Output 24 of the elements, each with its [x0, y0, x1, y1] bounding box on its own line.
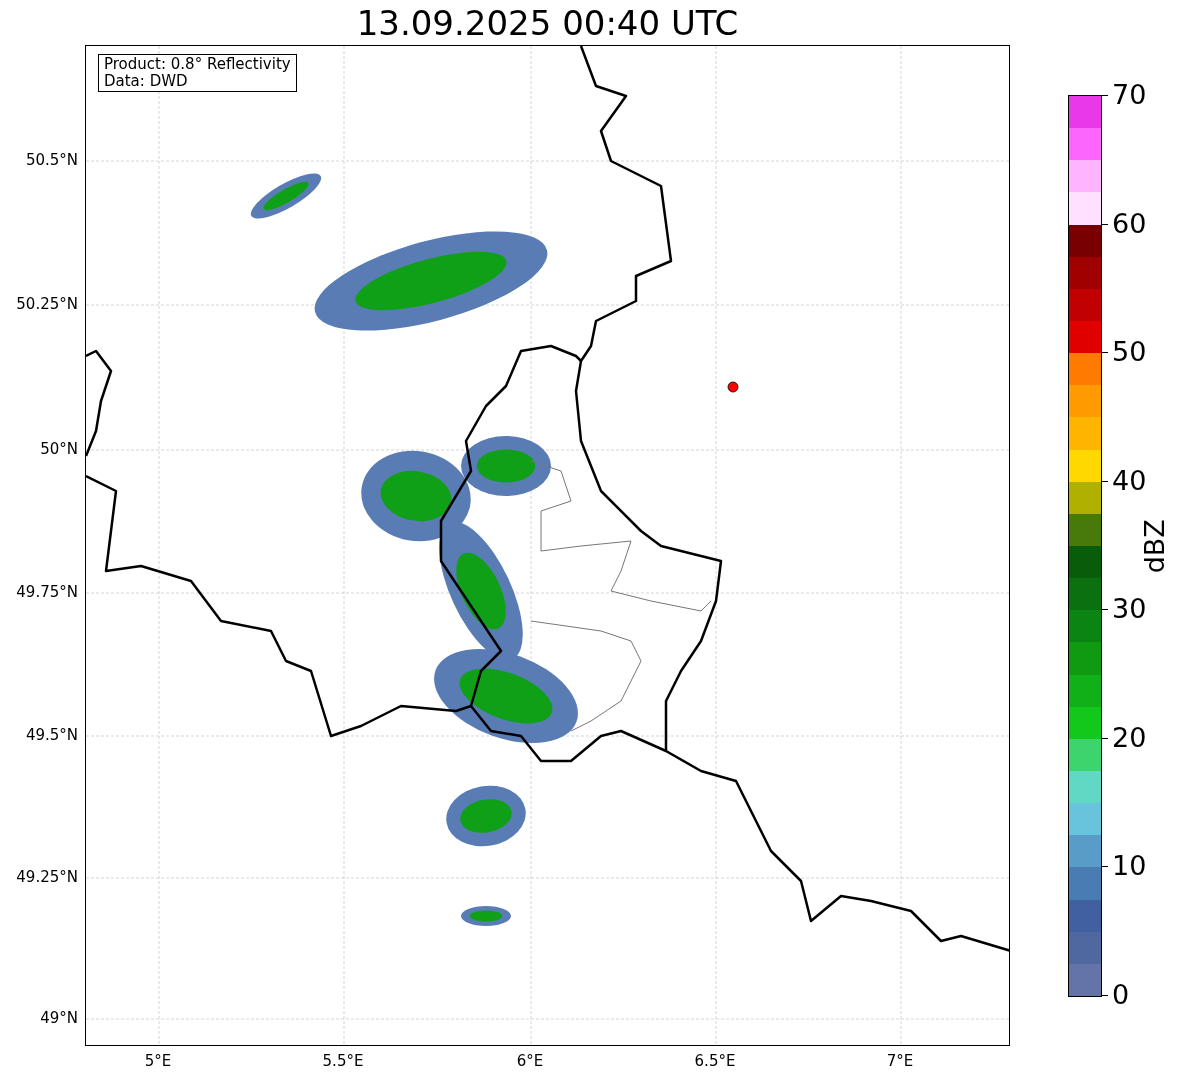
scale-unit-label: dBZ	[1137, 518, 1171, 574]
scale-tick-label: 20	[1112, 722, 1147, 753]
chart-title: 13.09.2025 00:40 UTC	[356, 3, 739, 43]
product-label: Product: 0.8° Reflectivity	[104, 56, 291, 73]
data-source-label: Data: DWD	[104, 73, 189, 90]
scale-tick-label: 10	[1112, 851, 1147, 882]
scale-tick-label: 70	[1112, 80, 1147, 110]
latitude-label: 49.75°N	[16, 583, 78, 601]
longitude-label: 6°E	[516, 1052, 544, 1070]
latitude-label: 50°N	[40, 440, 78, 458]
latitude-label: 50.5°N	[25, 151, 78, 169]
longitude-label: 7°E	[886, 1052, 914, 1070]
latitude-label: 49.25°N	[16, 868, 78, 886]
scale-tick-label: 50	[1112, 337, 1147, 368]
scale-tick-label: 30	[1112, 594, 1147, 625]
scale-tick-label: 40	[1112, 465, 1147, 496]
latitude-label: 49.5°N	[25, 726, 78, 744]
longitude-label: 6.5°E	[694, 1052, 736, 1070]
scale-tick-label: 60	[1112, 208, 1147, 239]
longitude-label: 5°E	[144, 1052, 172, 1070]
scale-tick-label: 0	[1112, 980, 1130, 1010]
longitude-label: 5.5°E	[322, 1052, 364, 1070]
latitude-label: 49°N	[40, 1009, 78, 1027]
latitude-label: 50.25°N	[16, 295, 78, 313]
